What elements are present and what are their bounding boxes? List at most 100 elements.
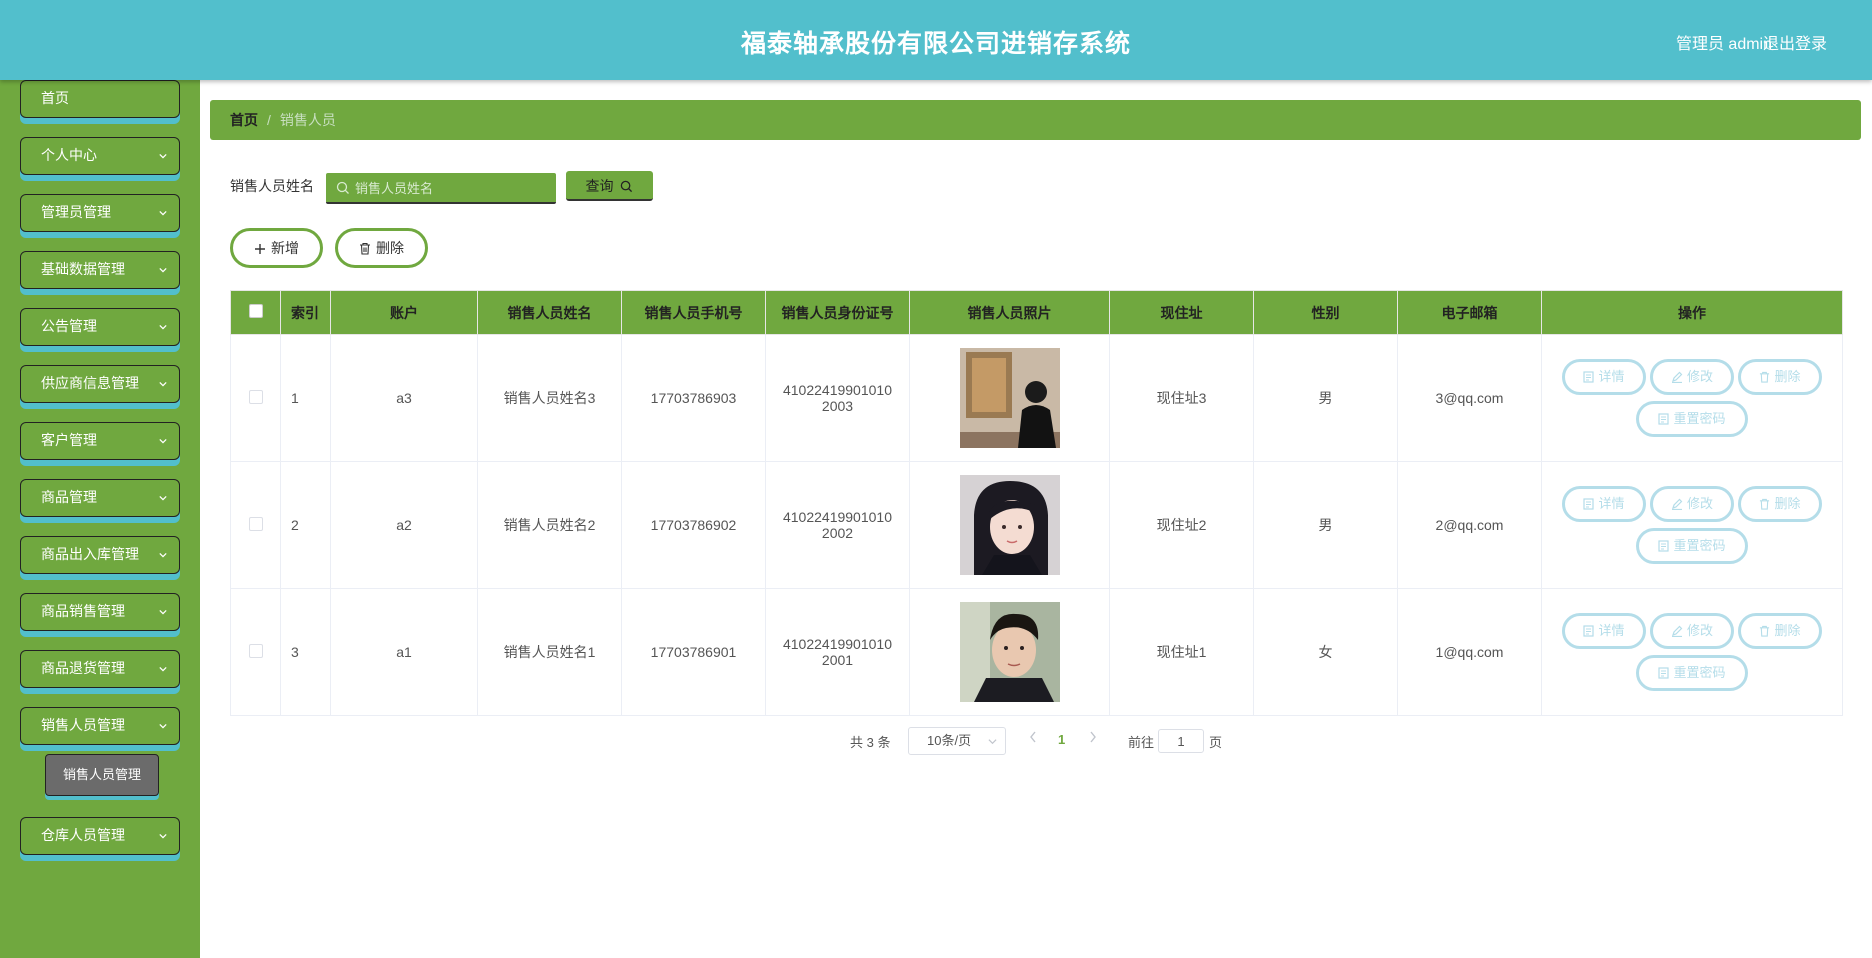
breadcrumb-separator: / [267, 112, 271, 128]
edit-button[interactable]: 修改 [1650, 359, 1734, 395]
query-button[interactable]: 查询 [566, 171, 653, 201]
document-icon [1658, 667, 1670, 679]
column-header: 操作 [1541, 290, 1843, 335]
address-cell: 现住址1 [1109, 588, 1254, 716]
email-cell: 2@qq.com [1397, 461, 1542, 589]
document-icon [1658, 413, 1670, 425]
sidebar: 首页 个人中心 管理员管理 基础数据管理 公告管理 供应商信息管理 客户管理 商… [0, 80, 200, 958]
row-delete-button[interactable]: 删除 [1738, 613, 1822, 649]
id-number-cell: 41022419901010 2003 [765, 334, 910, 462]
chevron-down-icon [159, 609, 167, 615]
chevron-down-icon [988, 739, 997, 745]
chevron-down-icon [159, 324, 167, 330]
document-icon [1583, 498, 1595, 510]
chevron-down-icon [159, 552, 167, 558]
reset-password-label: 重置密码 [1673, 538, 1726, 553]
reset-password-button[interactable]: 重置密码 [1636, 528, 1748, 564]
add-button[interactable]: 新增 [230, 228, 323, 268]
sidebar-item-personal-center[interactable]: 个人中心 [20, 137, 180, 175]
table-row: 3 a1 销售人员姓名1 17703786901 41022419901010 2… [230, 588, 1843, 716]
sidebar-item-warehouse-staff[interactable]: 仓库人员管理 [20, 817, 180, 855]
page-number-current[interactable]: 1 [1058, 732, 1065, 747]
search-field[interactable] [326, 173, 556, 204]
page-size-select[interactable]: 10条/页 [908, 727, 1006, 755]
next-page-button[interactable] [1088, 730, 1098, 747]
row-checkbox[interactable] [248, 643, 263, 658]
trash-icon [1760, 371, 1770, 383]
sidebar-item-home[interactable]: 首页 [20, 80, 180, 118]
sidebar-item-basic-data[interactable]: 基础数据管理 [20, 251, 180, 289]
chevron-down-icon [159, 210, 167, 216]
app-title: 福泰轴承股份有限公司进销存系统 [740, 30, 1131, 58]
id-number-line: 2002 [821, 525, 854, 541]
salesperson-photo[interactable] [959, 602, 1060, 702]
id-number-cell: 41022419901010 2002 [765, 461, 910, 589]
select-all-checkbox[interactable] [248, 304, 263, 318]
row-checkbox[interactable] [248, 389, 263, 404]
row-checkbox[interactable] [248, 516, 263, 531]
delete-button[interactable]: 删除 [335, 228, 428, 268]
search-input[interactable] [355, 177, 545, 199]
row-select-cell [230, 334, 281, 462]
prev-page-button[interactable] [1028, 730, 1038, 747]
salesperson-photo[interactable] [959, 348, 1060, 448]
sidebar-item-label: 客户管理 [41, 432, 97, 448]
search-label: 销售人员姓名 [230, 178, 314, 194]
sidebar-item-stock-io[interactable]: 商品出入库管理 [20, 536, 180, 574]
row-delete-button[interactable]: 删除 [1738, 486, 1822, 522]
sidebar-item-admin-management[interactable]: 管理员管理 [20, 194, 180, 232]
detail-button[interactable]: 详情 [1562, 486, 1646, 522]
photo-cell [909, 588, 1110, 716]
chevron-down-icon [159, 833, 167, 839]
pencil-icon [1671, 498, 1683, 511]
index-cell: 2 [280, 461, 331, 589]
row-select-cell [230, 461, 281, 589]
email-cell: 3@qq.com [1397, 334, 1542, 462]
column-header: 性别 [1253, 290, 1398, 335]
sidebar-item-label: 仓库人员管理 [41, 827, 125, 843]
column-header: 现住址 [1109, 290, 1254, 335]
sidebar-item-returns[interactable]: 商品退货管理 [20, 650, 180, 688]
edit-label: 修改 [1686, 369, 1713, 384]
add-button-label: 新增 [271, 240, 299, 256]
sidebar-item-notice[interactable]: 公告管理 [20, 308, 180, 346]
id-number-line: 2003 [821, 398, 854, 414]
index-cell: 1 [280, 334, 331, 462]
email-cell: 1@qq.com [1397, 588, 1542, 716]
reset-password-button[interactable]: 重置密码 [1636, 401, 1748, 437]
photo-cell [909, 461, 1110, 589]
goto-page-input[interactable] [1158, 729, 1204, 753]
column-header: 电子邮箱 [1397, 290, 1542, 335]
select-all-cell [230, 290, 281, 335]
detail-button[interactable]: 详情 [1562, 359, 1646, 395]
sidebar-item-product[interactable]: 商品管理 [20, 479, 180, 517]
delete-label: 删除 [1774, 623, 1801, 638]
gender-cell: 男 [1253, 461, 1398, 589]
account-cell: a3 [330, 334, 478, 462]
detail-label: 详情 [1598, 369, 1625, 384]
chevron-left-icon [1030, 731, 1036, 743]
row-delete-button[interactable]: 删除 [1738, 359, 1822, 395]
sidebar-subitem-salesperson-management[interactable]: 销售人员管理 [45, 754, 159, 796]
detail-label: 详情 [1598, 496, 1625, 511]
plus-icon [255, 244, 265, 254]
column-header: 销售人员照片 [909, 290, 1110, 335]
phone-cell: 17703786901 [621, 588, 766, 716]
index-cell: 3 [280, 588, 331, 716]
logout-link[interactable]: 退出登录 [1763, 30, 1827, 54]
name-cell: 销售人员姓名1 [477, 588, 622, 716]
breadcrumb-home[interactable]: 首页 [230, 112, 258, 128]
detail-button[interactable]: 详情 [1562, 613, 1646, 649]
trash-icon [1760, 625, 1770, 637]
edit-label: 修改 [1686, 496, 1713, 511]
sidebar-item-label: 基础数据管理 [41, 261, 125, 277]
edit-button[interactable]: 修改 [1650, 613, 1734, 649]
row-select-cell [230, 588, 281, 716]
edit-button[interactable]: 修改 [1650, 486, 1734, 522]
sidebar-item-sales[interactable]: 商品销售管理 [20, 593, 180, 631]
reset-password-button[interactable]: 重置密码 [1636, 655, 1748, 691]
sidebar-item-supplier[interactable]: 供应商信息管理 [20, 365, 180, 403]
chevron-right-icon [1090, 731, 1096, 743]
sidebar-item-customer[interactable]: 客户管理 [20, 422, 180, 460]
salesperson-photo[interactable] [959, 475, 1060, 575]
